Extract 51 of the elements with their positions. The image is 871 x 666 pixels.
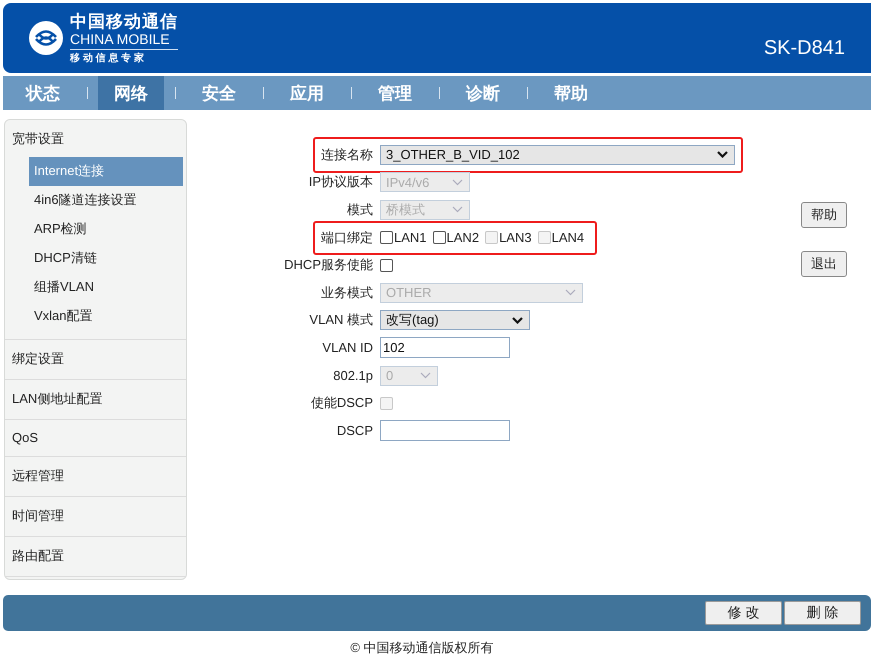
sidebar-group[interactable]: QoS [5, 420, 186, 456]
input-field[interactable]: 102 [380, 337, 510, 358]
chevron-icon [565, 289, 576, 296]
field-label: VLAN ID [322, 340, 373, 356]
chevron-icon [512, 316, 523, 324]
checkbox-label: LAN2 [446, 230, 480, 246]
sidebar-group[interactable]: 远程管理 [5, 457, 186, 496]
field-label: DHCP服务使能 [284, 256, 373, 274]
slogan: 移 动 信 息 专 家 [70, 52, 145, 64]
field-label: 端口绑定 [321, 228, 373, 247]
logo-icon [28, 20, 64, 56]
dropdown[interactable]: 3_OTHER_B_VID_102 [380, 144, 735, 165]
action-button[interactable]: 退出 [801, 251, 847, 277]
field-label: VLAN 模式 [309, 311, 373, 330]
sidebar-group[interactable]: 时间管理 [5, 497, 186, 536]
chevron-icon [717, 151, 728, 158]
nav-tab[interactable]: 网络 [98, 76, 164, 110]
checkbox[interactable] [380, 258, 393, 272]
dropdown[interactable]: 改写(tag) [380, 310, 530, 330]
sidebar-item[interactable]: ARP检测 [29, 215, 183, 244]
field-label: 使能DSCP [310, 394, 373, 412]
field-label: 模式 [347, 200, 373, 219]
field-label: DSCP [336, 423, 373, 438]
action-button[interactable]: 删 除 [784, 601, 861, 625]
field-label: 连接名称 [321, 146, 373, 164]
field-label: IP协议版本 [308, 173, 373, 192]
action-button[interactable]: 帮助 [801, 202, 847, 228]
sidebar-item[interactable]: DHCP清链 [29, 244, 183, 273]
sidebar-item[interactable]: 组播VLAN [29, 273, 183, 302]
checkbox[interactable] [380, 231, 393, 244]
checkbox-label: LAN3 [499, 230, 532, 246]
brand-name: 中国移动通信 [70, 12, 178, 30]
copyright-text: © 中国移动通信版权所有 [350, 639, 495, 657]
model-name: SK-D841 [764, 36, 845, 60]
sidebar-group[interactable]: 绑定设置 [5, 340, 186, 379]
sidebar-group[interactable]: 宽带设置 [5, 120, 186, 159]
sidebar-item[interactable]: 4in6隧道连接设置 [29, 186, 183, 215]
brand-name-english: CHINA MOBILE [70, 30, 178, 50]
chevron-icon [452, 206, 463, 214]
sidebar-group[interactable]: 路由配置 [5, 537, 186, 576]
input-field[interactable] [380, 420, 510, 442]
sidebar-item[interactable]: Vxlan配置 [29, 302, 183, 331]
checkbox[interactable] [432, 231, 446, 244]
action-button[interactable]: 修 改 [705, 601, 782, 625]
chevron-icon [420, 372, 431, 380]
checkbox-label: LAN4 [552, 230, 584, 246]
checkbox-label: LAN1 [394, 230, 427, 246]
field-label: 802.1p [333, 368, 373, 384]
chevron-icon [452, 178, 463, 186]
field-label: 业务模式 [321, 284, 373, 302]
sidebar-group[interactable]: LAN侧地址配置 [5, 380, 186, 419]
